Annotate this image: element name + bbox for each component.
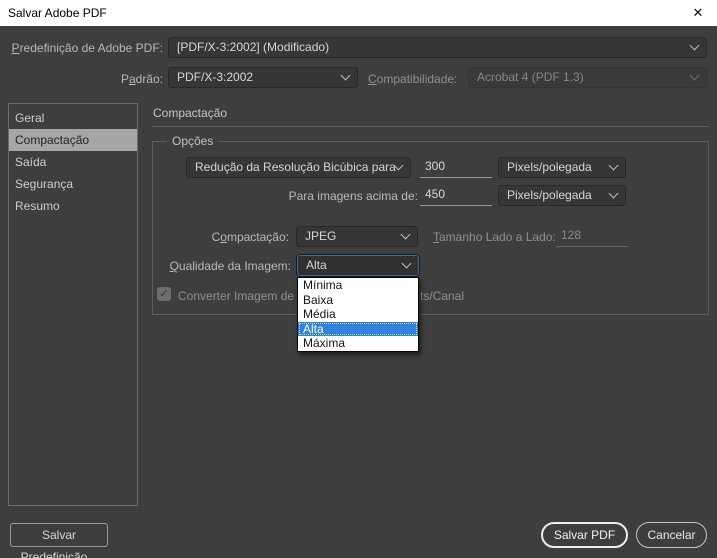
chevron-down-icon <box>609 188 619 198</box>
chevron-down-icon <box>401 229 411 239</box>
preset-value: [PDF/X-3:2002] (Modificado) <box>177 40 329 54</box>
compression-label: Compactação: <box>153 230 289 244</box>
quality-dropdown-list: MínimaBaixaMédiaAltaMáxima <box>297 277 419 352</box>
standard-label: Padrão: <box>0 72 163 86</box>
threshold-unit-value: Pixels/polegada <box>507 188 592 202</box>
quality-value: Alta <box>306 258 327 272</box>
options-group: Opções Redução da Resolução Bicúbica par… <box>152 141 709 315</box>
downsample-method-dropdown[interactable]: Redução da Resolução Bicúbica para <box>186 157 411 178</box>
sidebar-item-saida[interactable]: Saída <box>9 151 137 173</box>
convert-label-left: Converter Imagem de <box>178 289 294 303</box>
sidebar-item-geral[interactable]: Geral <box>9 107 137 129</box>
tile-size-input: 128 <box>556 226 628 247</box>
close-icon[interactable]: ✕ <box>688 0 708 26</box>
chevron-down-icon <box>609 160 619 170</box>
resolution-unit-value: Pixels/polegada <box>507 160 592 174</box>
compatibility-label: Compatibilidade: <box>368 72 457 86</box>
convert-checkbox: ✓ <box>157 287 171 301</box>
save-pdf-button[interactable]: Salvar PDF <box>541 522 628 548</box>
tile-size-label: Tamanho Lado a Lado: <box>433 230 556 244</box>
save-adobe-pdf-dialog: Salvar Adobe PDF ✕ Predefinição de Adobe… <box>0 0 717 558</box>
chevron-down-icon <box>341 70 351 80</box>
save-preset-button[interactable]: Salvar Predefinição... <box>10 523 108 547</box>
quality-option-2[interactable]: Média <box>298 307 418 322</box>
downsample-method-value: Redução da Resolução Bicúbica para <box>195 160 396 174</box>
titlebar: Salvar Adobe PDF ✕ <box>0 0 717 26</box>
compression-dropdown[interactable]: JPEG <box>296 226 418 247</box>
resolution-input[interactable]: 300 <box>420 157 492 178</box>
threshold-unit-dropdown[interactable]: Pixels/polegada <box>498 185 626 206</box>
options-legend: Opções <box>167 134 218 148</box>
convert-label-right: ts/Canal <box>420 289 464 303</box>
preset-label: Predefinição de Adobe PDF: <box>0 41 163 55</box>
compatibility-dropdown: Acrobat 4 (PDF 1.3) <box>468 67 707 88</box>
sidebar-list: GeralCompactaçãoSaídaSegurançaResumo <box>8 103 138 506</box>
quality-label: Qualidade da Imagem: <box>153 259 291 273</box>
preset-dropdown[interactable]: [PDF/X-3:2002] (Modificado) <box>168 37 707 58</box>
quality-option-1[interactable]: Baixa <box>298 293 418 308</box>
quality-option-3[interactable]: Alta <box>298 322 418 337</box>
threshold-input[interactable]: 450 <box>420 185 492 206</box>
chevron-down-icon <box>402 258 412 268</box>
sidebar-item-seguranca[interactable]: Segurança <box>9 173 137 195</box>
sidebar-item-resumo[interactable]: Resumo <box>9 195 137 217</box>
resolution-unit-dropdown[interactable]: Pixels/polegada <box>498 157 626 178</box>
quality-option-0[interactable]: Mínima <box>298 278 418 293</box>
chevron-down-icon <box>690 40 700 50</box>
panel-title: Compactação <box>153 106 227 120</box>
threshold-label: Para imagens acima de: <box>193 189 418 203</box>
sidebar-item-compactacao[interactable]: Compactação <box>9 129 137 151</box>
compatibility-value: Acrobat 4 (PDF 1.3) <box>477 70 584 84</box>
standard-value: PDF/X-3:2002 <box>177 70 253 84</box>
window-title: Salvar Adobe PDF <box>8 0 107 26</box>
compression-value: JPEG <box>305 229 336 243</box>
cancel-button[interactable]: Cancelar <box>636 522 707 548</box>
standard-dropdown[interactable]: PDF/X-3:2002 <box>168 67 358 88</box>
quality-dropdown[interactable]: Alta <box>297 255 419 276</box>
quality-option-4[interactable]: Máxima <box>298 336 418 351</box>
chevron-down-icon <box>690 70 700 80</box>
panel-divider <box>152 126 709 127</box>
check-icon: ✓ <box>159 288 168 300</box>
